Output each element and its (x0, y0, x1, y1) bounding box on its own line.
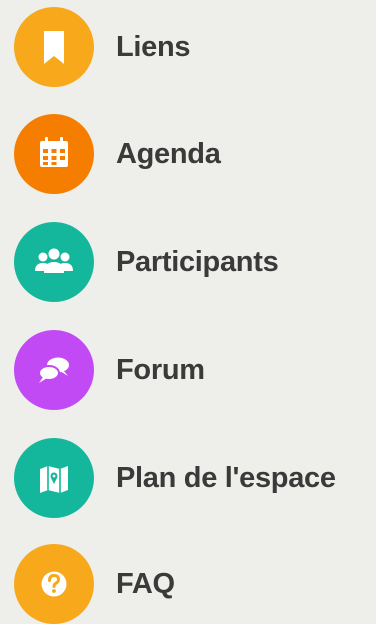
question-icon (14, 544, 94, 624)
menu-item-liens[interactable]: Liens (14, 7, 191, 87)
menu-item-label: Forum (116, 353, 205, 386)
map-icon (14, 438, 94, 518)
menu-item-label: FAQ (116, 567, 175, 600)
menu-item-plan[interactable]: Plan de l'espace (14, 438, 336, 518)
calendar-icon (14, 114, 94, 194)
menu-item-forum[interactable]: Forum (14, 330, 205, 410)
bookmark-icon (14, 7, 94, 87)
menu-item-label: Liens (116, 30, 191, 63)
menu-item-label: Participants (116, 245, 279, 278)
menu-item-faq[interactable]: FAQ (14, 544, 175, 624)
menu-item-agenda[interactable]: Agenda (14, 114, 221, 194)
chat-bubbles-icon (14, 330, 94, 410)
menu-item-label: Plan de l'espace (116, 461, 336, 494)
menu-item-participants[interactable]: Participants (14, 222, 279, 302)
menu-item-label: Agenda (116, 137, 221, 170)
people-icon (14, 222, 94, 302)
